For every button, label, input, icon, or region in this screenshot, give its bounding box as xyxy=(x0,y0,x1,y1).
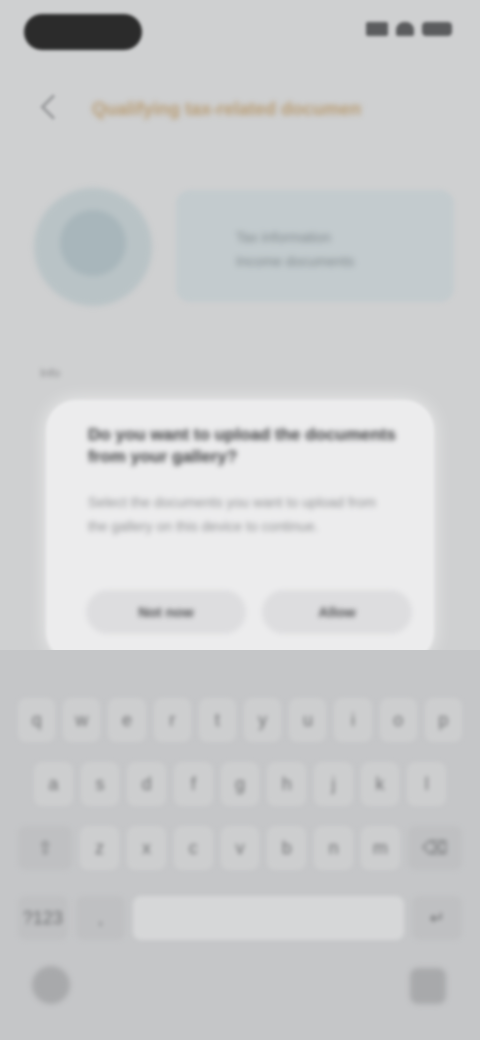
profile-area: Tax information Income documents xyxy=(0,176,480,306)
back-arrow-icon[interactable] xyxy=(40,94,66,120)
permission-dialog: Do you want to upload the documents from… xyxy=(46,400,434,662)
key-w[interactable]: w xyxy=(63,698,101,742)
section-label: Info xyxy=(40,366,61,380)
keyboard-row-4: ?123 , ↵ xyxy=(0,896,480,940)
ime-switch-icon[interactable] xyxy=(410,968,446,1004)
key-l[interactable]: l xyxy=(407,762,447,806)
backspace-key[interactable]: ⌫ xyxy=(407,826,463,870)
key-r[interactable]: r xyxy=(153,698,191,742)
key-j[interactable]: j xyxy=(314,762,353,806)
space-key[interactable] xyxy=(133,896,405,940)
key-s[interactable]: s xyxy=(80,762,120,806)
signal-icon xyxy=(366,22,388,36)
avatar[interactable] xyxy=(34,188,152,306)
key-d[interactable]: d xyxy=(127,762,167,806)
enter-key[interactable]: ↵ xyxy=(412,896,462,940)
keyboard-row-2: a s d f g h j k l xyxy=(0,762,480,806)
on-screen-keyboard: q w e r t y u i o p a s d f g h j k l ⇧ … xyxy=(0,650,480,1040)
wifi-icon xyxy=(396,22,414,36)
key-m[interactable]: m xyxy=(360,826,400,870)
status-icons xyxy=(366,22,452,36)
allow-button[interactable]: Allow xyxy=(262,590,412,634)
key-g[interactable]: g xyxy=(220,762,260,806)
key-u[interactable]: u xyxy=(289,698,327,742)
app-bar: Qualifying tax-related documents xyxy=(0,92,480,132)
info-card-subtitle: Income documents xyxy=(236,254,355,268)
dialog-title: Do you want to upload the documents from… xyxy=(88,425,396,466)
not-now-button[interactable]: Not now xyxy=(86,590,246,634)
key-a[interactable]: a xyxy=(34,762,73,806)
key-p[interactable]: p xyxy=(424,698,463,742)
keyboard-row-1: q w e r t y u i o p xyxy=(0,698,480,742)
key-e[interactable]: e xyxy=(108,698,146,742)
info-card-title: Tax information xyxy=(236,230,331,244)
key-t[interactable]: t xyxy=(198,698,237,742)
battery-icon xyxy=(422,22,452,36)
key-x[interactable]: x xyxy=(127,826,166,870)
key-b[interactable]: b xyxy=(267,826,307,870)
avatar-image xyxy=(60,210,126,276)
keyboard-row-3: ⇧ z x c v b n m ⌫ xyxy=(0,826,480,870)
key-v[interactable]: v xyxy=(220,826,260,870)
symbols-key[interactable]: ?123 xyxy=(18,896,68,940)
shift-key[interactable]: ⇧ xyxy=(18,826,73,870)
key-z[interactable]: z xyxy=(80,826,120,870)
keyboard-hide-icon[interactable] xyxy=(32,966,70,1004)
key-f[interactable]: f xyxy=(174,762,213,806)
key-h[interactable]: h xyxy=(267,762,307,806)
info-card[interactable]: Tax information Income documents xyxy=(176,190,454,302)
key-n[interactable]: n xyxy=(314,826,353,870)
page-title: Qualifying tax-related documents xyxy=(92,99,362,119)
status-bar xyxy=(0,0,480,64)
status-pill xyxy=(24,14,142,50)
key-q[interactable]: q xyxy=(18,698,56,742)
key-i[interactable]: i xyxy=(334,698,372,742)
key-c[interactable]: c xyxy=(173,826,213,870)
key-k[interactable]: k xyxy=(360,762,400,806)
key-o[interactable]: o xyxy=(379,698,417,742)
dialog-message: Select the documents you want to upload … xyxy=(88,494,376,534)
key-y[interactable]: y xyxy=(244,698,282,742)
comma-key[interactable]: , xyxy=(75,896,126,940)
